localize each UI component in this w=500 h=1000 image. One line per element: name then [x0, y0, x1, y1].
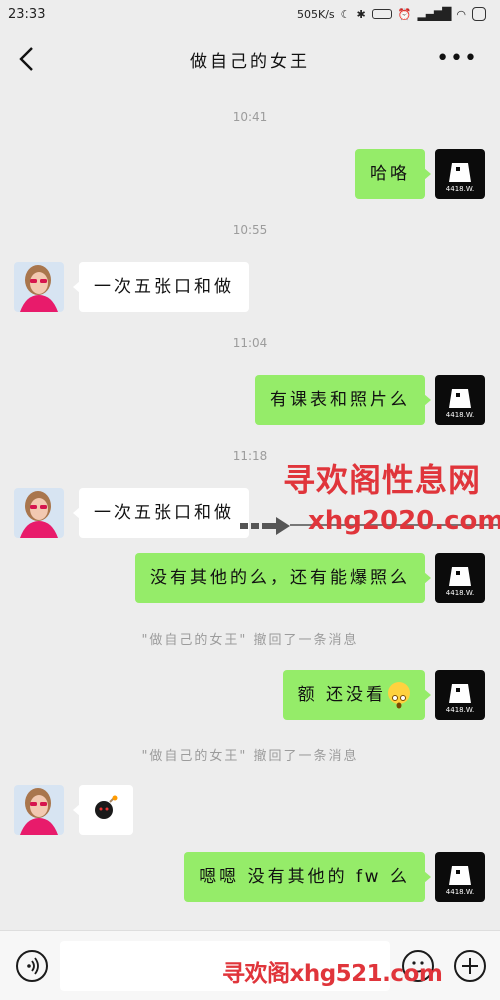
outgoing-message[interactable]: 有课表和照片么: [255, 375, 431, 425]
status-time: 23:33: [8, 7, 46, 22]
timestamp: 10:41: [232, 110, 268, 124]
bluetooth-icon: ✱: [356, 7, 366, 21]
recall-notice: "做自己的女王" 撤回了一条消息: [141, 633, 359, 648]
network-speed: 505K/s: [297, 7, 335, 21]
avatar-photo: [14, 488, 64, 538]
outgoing-message[interactable]: 没有其他的么，还有能爆照么: [135, 553, 431, 603]
arrow-right-icon: [240, 517, 290, 535]
my-avatar[interactable]: 4418.W.: [435, 375, 485, 425]
my-avatar[interactable]: 4418.W.: [435, 149, 485, 199]
contact-avatar[interactable]: [14, 488, 64, 538]
wifi-icon: ◠: [456, 7, 466, 21]
status-icons: 505K/s ☾ ✱ ⏰ ▂▄▆█ ◠: [297, 7, 486, 21]
logo-icon: 4418.W.: [446, 684, 474, 714]
outgoing-message[interactable]: 嗯嗯 没有其他的 fw 么: [184, 852, 431, 902]
chat-header: 做自己的女王 •••: [0, 30, 500, 90]
logo-icon: 4418.W.: [446, 163, 474, 193]
signal-icon: ▂▄▆█: [417, 7, 451, 21]
watermark-url: xhg2020.com: [308, 506, 500, 536]
message-text: 额 还没看: [297, 685, 386, 705]
battery-level-icon: [472, 7, 486, 21]
timestamp: 11:04: [232, 336, 268, 350]
incoming-message[interactable]: 一次五张口和做: [73, 262, 249, 312]
alarm-icon: ⏰: [397, 7, 412, 21]
svg-text:4418.W.: 4418.W.: [446, 706, 474, 714]
chat-title: 做自己的女王: [190, 52, 310, 72]
logo-icon: 4418.W.: [446, 866, 474, 896]
outgoing-message[interactable]: 哈咯: [355, 149, 431, 199]
watermark-title: 寻欢阁性息网: [283, 461, 482, 499]
recall-notice: "做自己的女王" 撤回了一条消息: [141, 749, 359, 764]
plus-icon[interactable]: [454, 950, 486, 982]
astonished-emoji-icon: [388, 682, 410, 709]
outgoing-message[interactable]: 额 还没看: [282, 670, 432, 720]
svg-text:4418.W.: 4418.W.: [446, 589, 474, 597]
voice-icon[interactable]: [16, 950, 48, 982]
svg-text:4418.W.: 4418.W.: [446, 411, 474, 419]
avatar-photo: [14, 785, 64, 835]
contact-avatar[interactable]: [14, 785, 64, 835]
avatar-photo: [14, 262, 64, 312]
incoming-message[interactable]: 一次五张口和做: [73, 488, 249, 538]
moon-icon: ☾: [340, 7, 351, 21]
status-bar: 23:33 505K/s ☾ ✱ ⏰ ▂▄▆█ ◠: [0, 0, 500, 30]
timestamp: 10:55: [232, 223, 268, 237]
battery-icon: [371, 9, 392, 19]
bomb-emoji-icon: [95, 795, 118, 819]
more-dots-icon[interactable]: •••: [436, 48, 478, 70]
logo-icon: 4418.W.: [446, 567, 474, 597]
my-avatar[interactable]: 4418.W.: [435, 670, 485, 720]
svg-text:4418.W.: 4418.W.: [446, 888, 474, 896]
svg-text:4418.W.: 4418.W.: [446, 185, 474, 193]
contact-avatar[interactable]: [14, 262, 64, 312]
watermark-bottom: 寻欢阁xhg521.com: [222, 961, 443, 987]
logo-icon: 4418.W.: [446, 389, 474, 419]
my-avatar[interactable]: 4418.W.: [435, 852, 485, 902]
my-avatar[interactable]: 4418.W.: [435, 553, 485, 603]
incoming-message[interactable]: [73, 785, 133, 835]
